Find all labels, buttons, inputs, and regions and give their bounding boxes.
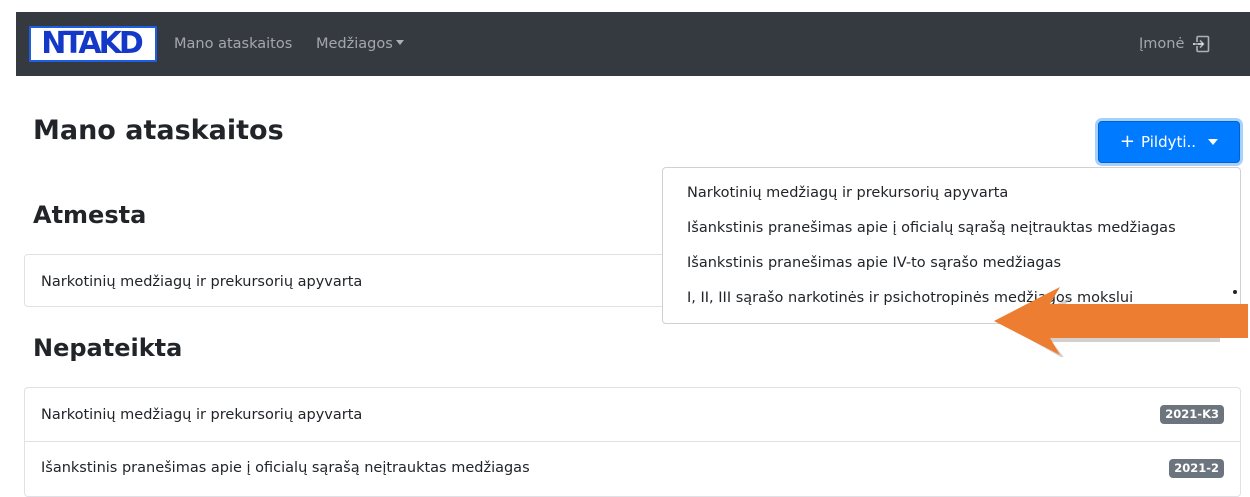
site-logo[interactable]: NTAKD	[29, 26, 157, 62]
chevron-down-icon	[1208, 139, 1219, 145]
arrow-left-icon	[994, 287, 1248, 357]
nav-link-company[interactable]: Įmonė	[1139, 12, 1184, 76]
list-item-label: Narkotinių medžiagų ir prekursorių apyva…	[41, 273, 363, 290]
list-item[interactable]: Išankstinis pranešimas apie į oficialų s…	[25, 441, 1240, 494]
fill-report-button[interactable]: + Pildyti..	[1098, 121, 1240, 163]
period-badge: 2021-2	[1169, 458, 1224, 478]
section-heading-not-submitted: Nepateikta	[33, 334, 183, 362]
list-item[interactable]: Narkotinių medžiagų ir prekursorių apyva…	[25, 388, 1240, 441]
dropdown-item-list-iv-substances[interactable]: Išankstinis pranešimas apie IV-to sąrašo…	[663, 246, 1240, 281]
top-navbar: NTAKD Mano ataskaitos Medžiagos Įmonė	[16, 12, 1250, 76]
list-item-label: Išankstinis pranešimas apie į oficialų s…	[41, 460, 530, 476]
dropdown-item-turnover[interactable]: Narkotinių medžiagų ir prekursorių apyva…	[663, 176, 1240, 211]
chevron-down-icon	[395, 39, 404, 45]
nav-link-my-reports[interactable]: Mano ataskaitos	[174, 12, 292, 76]
fill-report-button-label: Pildyti..	[1141, 133, 1197, 151]
dropdown-item-unlisted-substances[interactable]: Išankstinis pranešimas apie į oficialų s…	[663, 211, 1240, 246]
period-badge: 2021-K3	[1160, 405, 1224, 424]
not-submitted-reports-list: Narkotinių medžiagų ir prekursorių apyva…	[24, 387, 1241, 497]
plus-icon: +	[1119, 131, 1136, 152]
nav-link-substances[interactable]: Medžiagos	[316, 12, 404, 76]
logo-text: NTAKD	[41, 26, 144, 61]
nav-link-substances-label: Medžiagos	[316, 36, 393, 52]
section-heading-rejected: Atmesta	[33, 201, 147, 229]
logout-icon[interactable]	[1192, 35, 1210, 53]
list-item-label: Narkotinių medžiagų ir prekursorių apyva…	[41, 406, 363, 423]
page-title: Mano ataskaitos	[33, 115, 284, 146]
